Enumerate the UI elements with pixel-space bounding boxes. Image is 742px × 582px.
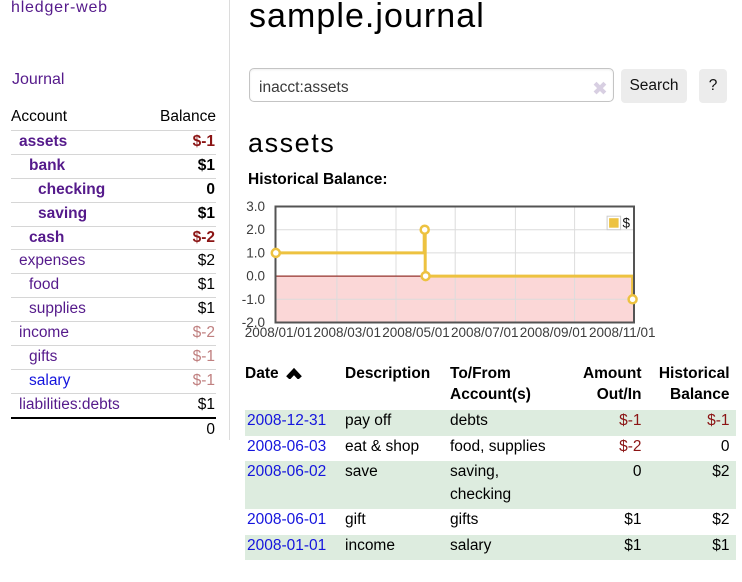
svg-text:2008/05/01: 2008/05/01 bbox=[382, 325, 450, 340]
svg-text:-1.0: -1.0 bbox=[242, 292, 265, 307]
svg-text:2008/03/01: 2008/03/01 bbox=[314, 325, 382, 340]
svg-text:2.0: 2.0 bbox=[246, 222, 265, 237]
svg-text:3.0: 3.0 bbox=[246, 199, 265, 214]
svg-text:1.0: 1.0 bbox=[246, 245, 265, 260]
svg-text:$: $ bbox=[623, 216, 631, 231]
svg-text:2008/01/01: 2008/01/01 bbox=[245, 325, 313, 340]
svg-text:2008/07/01: 2008/07/01 bbox=[451, 325, 519, 340]
svg-text:2008/09/01: 2008/09/01 bbox=[520, 325, 588, 340]
svg-text:2008/11/01: 2008/11/01 bbox=[589, 325, 656, 340]
svg-text:0.0: 0.0 bbox=[246, 269, 265, 284]
